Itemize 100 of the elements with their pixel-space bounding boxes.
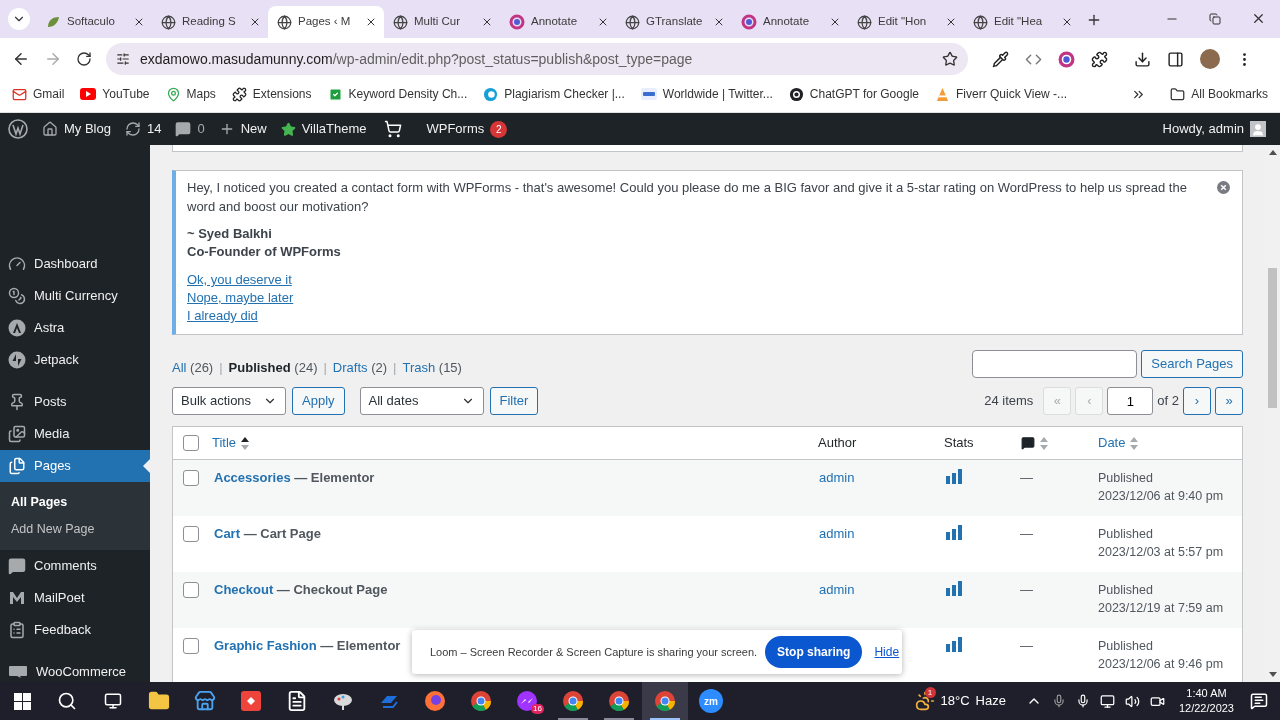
status-filter-link[interactable]: Drafts (2): [332, 357, 388, 377]
sidebar-item[interactable]: Media: [0, 418, 150, 450]
comments-link[interactable]: 0: [175, 119, 205, 139]
browser-tab[interactable]: Annotate: [732, 6, 848, 38]
sidebar-item[interactable]: Jetpack: [0, 344, 150, 376]
sidebar-item[interactable]: Pages: [0, 450, 150, 482]
sidebar-item[interactable]: WooCommerce: [0, 656, 150, 682]
bookmark[interactable]: Keyword Density Ch...: [327, 83, 468, 105]
apply-button[interactable]: Apply: [292, 387, 345, 415]
checkbox[interactable]: [183, 526, 199, 542]
close-icon[interactable]: [365, 16, 377, 28]
bookmark[interactable]: Maps: [165, 83, 216, 105]
notice-link[interactable]: Nope, maybe later: [187, 289, 294, 307]
site-link[interactable]: My Blog: [42, 119, 111, 139]
taskbar-app[interactable]: [642, 682, 688, 720]
wordpress-icon[interactable]: [8, 119, 28, 139]
browser-tab[interactable]: Edit "Hon: [848, 6, 964, 38]
address-bar[interactable]: exdamowo.masudamunny.com/wp-admin/edit.php?post_status=publish&post_type=page: [106, 43, 968, 75]
scroll-up-icon[interactable]: [1268, 150, 1277, 155]
sidebar-item[interactable]: Dashboard: [0, 248, 150, 280]
download-icon[interactable]: [1134, 50, 1151, 68]
cart-icon[interactable]: [384, 120, 403, 138]
author-link[interactable]: admin: [819, 526, 855, 541]
hide-link[interactable]: Hide: [874, 643, 900, 661]
column-header[interactable]: Date: [1098, 433, 1126, 453]
search-pages-button[interactable]: Search Pages: [1141, 350, 1243, 378]
bookmark[interactable]: YouTube: [80, 83, 150, 105]
back-icon[interactable]: [12, 50, 30, 68]
checkbox[interactable]: [183, 470, 199, 486]
villatheme-link[interactable]: VillaTheme: [280, 119, 367, 139]
status-filter-link[interactable]: All (26): [172, 357, 214, 377]
checkbox[interactable]: [183, 638, 199, 654]
checkbox[interactable]: [183, 582, 199, 598]
ring-icon[interactable]: [1058, 50, 1075, 68]
browser-tab[interactable]: Annotate: [500, 6, 616, 38]
extensions-icon[interactable]: [1091, 50, 1108, 68]
last-page-button[interactable]: »: [1215, 387, 1243, 415]
bookmark[interactable]: Plagiarism Checker |...: [483, 83, 625, 105]
close-icon[interactable]: [133, 16, 145, 28]
next-page-button[interactable]: ›: [1183, 387, 1211, 415]
author-link[interactable]: admin: [819, 582, 855, 597]
sort-arrows-icon[interactable]: [241, 436, 250, 450]
sidebar-item[interactable]: Feedback: [0, 614, 150, 646]
status-filter-link[interactable]: Published (24): [228, 357, 318, 377]
notice-link[interactable]: Ok, you deserve it: [187, 271, 292, 289]
network-icon[interactable]: [1099, 693, 1115, 709]
side-panel-icon[interactable]: [1167, 50, 1184, 68]
speaker-icon[interactable]: [1124, 693, 1140, 709]
notifications-icon[interactable]: [1250, 692, 1268, 710]
close-icon[interactable]: [249, 16, 261, 28]
close-icon[interactable]: [597, 16, 609, 28]
bookmark[interactable]: Fiverr Quick View -...: [935, 83, 1068, 105]
stop-sharing-button[interactable]: Stop sharing: [765, 636, 863, 668]
comment-icon[interactable]: [1021, 436, 1035, 450]
sidebar-item[interactable]: Astra: [0, 312, 150, 344]
page-title-link[interactable]: Checkout: [214, 582, 274, 597]
sidebar-item[interactable]: MailPoet: [0, 582, 150, 614]
filter-button[interactable]: Filter: [489, 387, 539, 415]
notice-link[interactable]: I already did: [187, 307, 258, 325]
reload-icon[interactable]: [76, 51, 92, 67]
browser-tab[interactable]: Edit "Hea: [964, 6, 1080, 38]
eyedropper-icon[interactable]: [992, 50, 1009, 68]
sidebar-item[interactable]: Comments: [0, 550, 150, 582]
account-link[interactable]: Howdy, admin: [1162, 119, 1272, 139]
bulk-actions-select[interactable]: Bulk actions: [172, 387, 286, 415]
scrollbar-thumb[interactable]: [1268, 268, 1277, 408]
bookmark[interactable]: ChatGPT for Google: [788, 83, 919, 105]
bookmark[interactable]: Gmail: [12, 83, 65, 105]
taskbar-app[interactable]: 16: [504, 682, 550, 720]
column-header[interactable]: Title: [212, 433, 237, 453]
browser-tab[interactable]: GTranslate: [616, 6, 732, 38]
clock[interactable]: 1:40 AM 12/22/2023: [1178, 686, 1234, 716]
close-icon[interactable]: [481, 16, 493, 28]
submenu-item[interactable]: All Pages: [0, 489, 150, 516]
status-filter-link[interactable]: Trash (15): [402, 357, 462, 377]
new-tab-icon[interactable]: [1086, 12, 1102, 28]
close-icon[interactable]: [713, 16, 725, 28]
close-icon[interactable]: [829, 16, 841, 28]
page-title-link[interactable]: Accessories: [214, 470, 291, 485]
microphone-icon[interactable]: [1075, 694, 1090, 708]
browser-tab[interactable]: Pages ‹ M: [268, 6, 384, 38]
tab-search-button[interactable]: [8, 8, 30, 30]
author-link[interactable]: admin: [819, 470, 855, 485]
page-number-field[interactable]: 1: [1107, 387, 1154, 415]
page-title-link[interactable]: Cart: [214, 526, 240, 541]
close-icon[interactable]: [1061, 16, 1073, 28]
scroll-down-icon[interactable]: [1268, 672, 1277, 677]
sidebar-item[interactable]: Multi Currency: [0, 280, 150, 312]
updates-link[interactable]: 14: [124, 119, 162, 139]
site-info-icon[interactable]: [116, 52, 130, 66]
avatar[interactable]: [1200, 49, 1220, 69]
new-link[interactable]: New: [218, 119, 267, 139]
close-icon[interactable]: [1251, 11, 1266, 26]
restore-icon[interactable]: [1209, 12, 1221, 25]
wpforms-link[interactable]: WPForms 2: [426, 119, 508, 139]
bookmark[interactable]: Extensions: [231, 83, 312, 105]
checkbox[interactable]: [183, 435, 199, 451]
browser-tab[interactable]: Reading S: [152, 6, 268, 38]
page-title-link[interactable]: Graphic Fashion: [214, 638, 317, 653]
search-field[interactable]: [972, 350, 1138, 378]
